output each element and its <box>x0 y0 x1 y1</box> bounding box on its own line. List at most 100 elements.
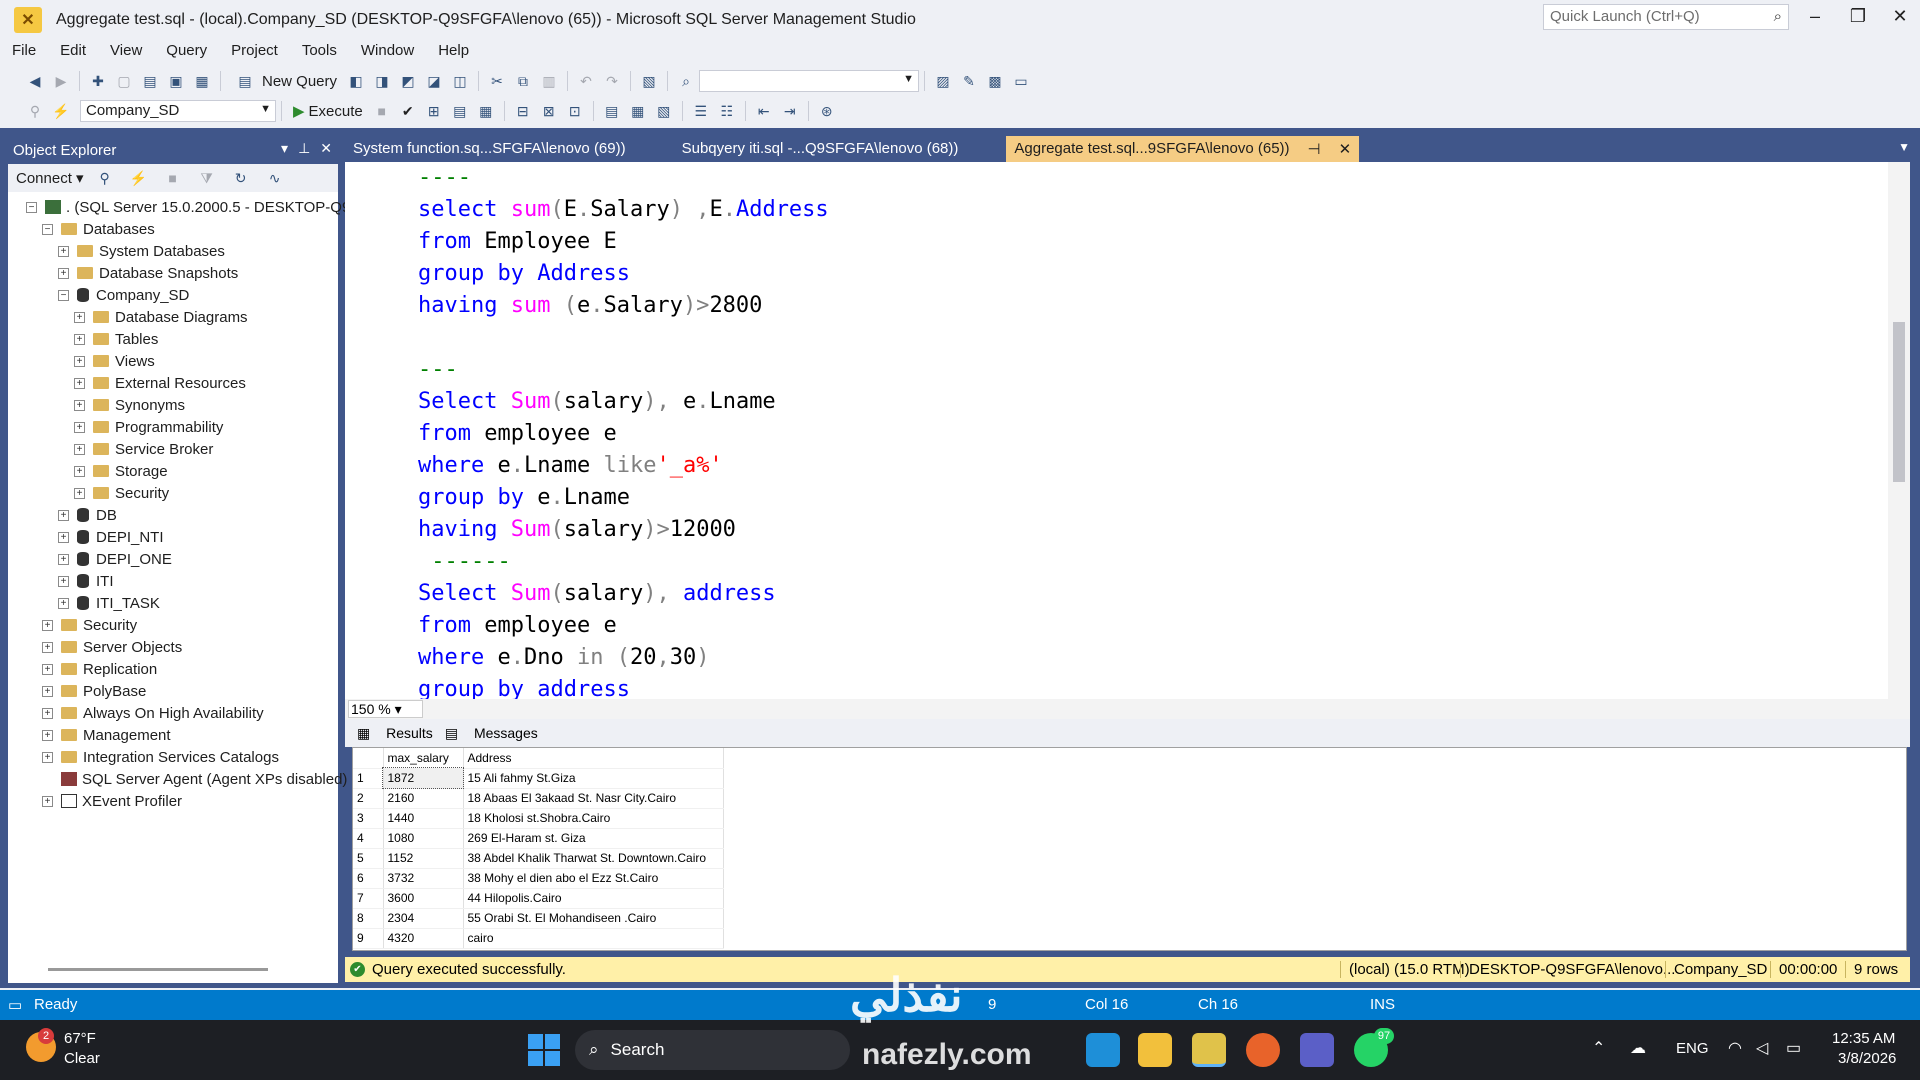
table-cell[interactable]: cairo <box>463 928 724 949</box>
tree-node[interactable]: + Integration Services Catalogs <box>42 746 279 768</box>
solution-explorer-icon[interactable]: ▨ <box>932 71 954 91</box>
expand-icon[interactable]: + <box>74 355 85 367</box>
table-row[interactable]: 2 2160 18 Abaas El 3akaad St. Nasr City.Ca… <box>353 788 724 809</box>
menu-help[interactable]: Help <box>426 40 481 64</box>
tree-node[interactable]: + Database Diagrams <box>74 306 248 328</box>
row-number[interactable]: 5 <box>353 848 384 869</box>
tree-node[interactable]: − Company_SD <box>58 284 189 306</box>
undo-icon[interactable]: ↶ <box>575 71 597 91</box>
tree-node[interactable]: + Programmability <box>74 416 223 438</box>
results-to-text-icon[interactable]: ▤ <box>601 101 623 121</box>
output-window-icon[interactable]: ▭ <box>1010 71 1032 91</box>
vertical-scrollbar[interactable] <box>1888 162 1910 699</box>
dropdown-icon[interactable]: ▾ <box>281 140 288 157</box>
activity-monitor-icon[interactable]: ▧ <box>638 71 660 91</box>
expand-icon[interactable]: + <box>42 685 53 697</box>
expand-icon[interactable]: + <box>74 311 85 323</box>
connect-button[interactable]: Connect ▾ <box>16 169 84 187</box>
dax-query-icon[interactable]: ◫ <box>449 71 471 91</box>
cut-icon[interactable]: ✂ <box>486 71 508 91</box>
pin-icon[interactable]: ⊥ <box>298 140 310 157</box>
expand-icon[interactable]: + <box>74 399 85 411</box>
table-cell[interactable]: 38 Abdel Khalik Tharwat St. Downtown.Cai… <box>463 848 724 869</box>
sql-editor[interactable]: ---- select sum(E.Salary) ,E.Address from … <box>345 162 1910 699</box>
row-number[interactable]: 7 <box>353 888 384 909</box>
tree-node[interactable]: + Synonyms <box>74 394 185 416</box>
windows-start-icon[interactable] <box>528 1034 560 1066</box>
mdx-query-icon[interactable]: ◨ <box>371 71 393 91</box>
new-query-button[interactable]: ▤ New Query <box>232 71 337 91</box>
table-cell[interactable]: 44 Hilopolis.Cairo <box>463 888 724 909</box>
properties-icon[interactable]: ✎ <box>958 71 980 91</box>
expand-icon[interactable]: + <box>58 245 69 257</box>
expand-icon[interactable]: + <box>58 575 69 587</box>
table-cell[interactable]: 3732 <box>383 868 464 889</box>
tree-node[interactable]: + System Databases <box>58 240 225 262</box>
expand-icon[interactable]: + <box>42 751 53 763</box>
expand-icon[interactable]: + <box>74 443 85 455</box>
uncomment-icon[interactable]: ☷ <box>716 101 738 121</box>
tree-node[interactable]: + Replication <box>42 658 157 680</box>
tree-node[interactable]: + External Resources <box>74 372 246 394</box>
firefox-icon[interactable] <box>1246 1033 1280 1067</box>
tab-subqyery-iti[interactable]: Subqyery iti.sql -...Q9SFGFA\lenovo (68)… <box>674 136 967 162</box>
table-row[interactable]: 9 4320 cairo <box>353 928 724 949</box>
expand-icon[interactable]: + <box>42 707 53 719</box>
add-item-icon[interactable]: ▢ <box>113 71 135 91</box>
menu-view[interactable]: View <box>98 40 154 64</box>
tree-node[interactable]: + Storage <box>74 460 168 482</box>
table-cell[interactable]: 18 Kholosi st.Shobra.Cairo <box>463 808 724 829</box>
table-cell[interactable]: 4320 <box>383 928 464 949</box>
scroll-thumb[interactable] <box>1893 322 1905 482</box>
save-icon[interactable]: ▣ <box>165 71 187 91</box>
expand-icon[interactable]: + <box>74 487 85 499</box>
results-grid-icon[interactable]: ▦ <box>627 101 649 121</box>
quick-launch-input[interactable]: Quick Launch (Ctrl+Q) ⌕ <box>1543 4 1789 30</box>
horizontal-scrollbar[interactable] <box>48 968 268 971</box>
tree-node[interactable]: + PolyBase <box>42 680 146 702</box>
table-row[interactable]: 6 3732 38 Mohy el dien abo el Ezz St.Cairo <box>353 868 724 889</box>
table-cell[interactable]: 269 El-Haram st. Giza <box>463 828 724 849</box>
copy-icon[interactable]: ⧉ <box>512 71 534 91</box>
tree-node[interactable]: + Tables <box>74 328 158 350</box>
file-explorer-icon[interactable] <box>1138 1033 1172 1067</box>
table-cell[interactable]: 1440 <box>383 808 464 829</box>
collapse-icon[interactable]: − <box>58 289 69 301</box>
results-file-icon[interactable]: ▧ <box>653 101 675 121</box>
volume-icon[interactable]: ◁ <box>1756 1038 1768 1058</box>
forward-icon[interactable]: ▶ <box>50 71 72 91</box>
new-project-icon[interactable]: ✚ <box>87 71 109 91</box>
open-file-icon[interactable]: ▤ <box>139 71 161 91</box>
live-stats-icon[interactable]: ⊠ <box>538 101 560 121</box>
ssms-taskbar-icon[interactable] <box>1192 1033 1226 1067</box>
save-all-icon[interactable]: ▦ <box>191 71 213 91</box>
clock-time[interactable]: 12:35 AM <box>1832 1030 1895 1047</box>
wifi-icon[interactable]: ◠ <box>1728 1038 1742 1058</box>
close-icon[interactable]: ✕ <box>1339 140 1352 162</box>
table-row[interactable]: 8 2304 55 Orabi St. El Mohandiseen .Cairo <box>353 908 724 929</box>
expand-icon[interactable]: + <box>58 509 69 521</box>
comment-icon[interactable]: ☰ <box>690 101 712 121</box>
dmx-query-icon[interactable]: ◩ <box>397 71 419 91</box>
stop-icon[interactable]: ■ <box>162 168 184 188</box>
find-combo[interactable]: ▼ <box>699 70 920 92</box>
tree-node[interactable]: + Database Snapshots <box>58 262 238 284</box>
tree-node[interactable]: + Service Broker <box>74 438 213 460</box>
menu-file[interactable]: File <box>0 40 48 64</box>
client-stats-icon[interactable]: ⊡ <box>564 101 586 121</box>
tree-node[interactable]: + Security <box>42 614 137 636</box>
connect-icon[interactable]: ⚲ <box>24 101 46 121</box>
tab-aggregate-test[interactable]: Aggregate test.sql...9SFGFA\lenovo (65))… <box>1006 136 1360 162</box>
tree-node[interactable]: + Management <box>42 724 171 746</box>
column-header[interactable]: max_salary <box>383 748 464 769</box>
vscode-icon[interactable] <box>1086 1033 1120 1067</box>
expand-icon[interactable]: + <box>74 465 85 477</box>
table-cell[interactable]: 2304 <box>383 908 464 929</box>
database-selector[interactable]: Company_SD ▼ <box>80 100 276 122</box>
tree-node[interactable]: + ITI <box>58 570 114 592</box>
results-grid[interactable]: max_salary Address 1 1872 15 Ali fahmy St.… <box>352 747 1907 951</box>
tree-node[interactable]: + Always On High Availability <box>42 702 264 724</box>
row-number[interactable]: 8 <box>353 908 384 929</box>
expand-icon[interactable]: + <box>74 333 85 345</box>
expand-icon[interactable]: + <box>58 531 69 543</box>
